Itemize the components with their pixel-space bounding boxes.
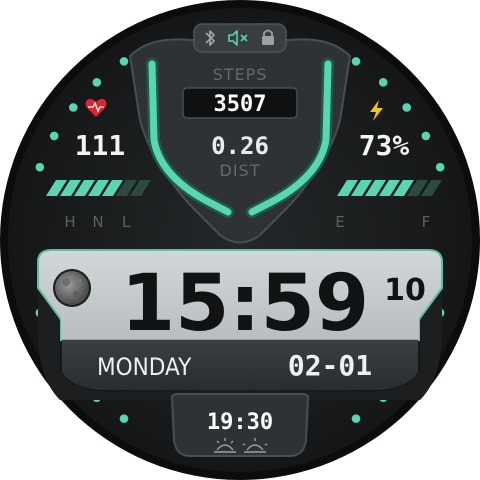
distance-label: DIST bbox=[220, 161, 261, 180]
battery-scale-label-full: F bbox=[422, 213, 431, 231]
heart-rate-bar bbox=[46, 180, 151, 196]
steps-label: STEPS bbox=[213, 65, 268, 84]
time-seconds: 10 bbox=[384, 273, 426, 308]
accent-dot bbox=[421, 131, 431, 141]
date-weekday: MONDAY bbox=[97, 354, 191, 381]
battery-value: 73% bbox=[359, 129, 410, 162]
steps-value: 3507 bbox=[214, 92, 267, 117]
hr-scale-label-normal: N bbox=[92, 213, 103, 231]
accent-dot bbox=[402, 103, 411, 112]
accent-dot bbox=[378, 78, 388, 87]
time-hours-minutes: 15:59 bbox=[121, 259, 369, 349]
battery-scale-label-empty: E bbox=[335, 213, 344, 231]
accent-dot bbox=[49, 131, 59, 141]
moon-phase-icon bbox=[53, 269, 91, 307]
heart-rate-value: 111 bbox=[75, 129, 126, 162]
bottom-time: 19:30 bbox=[207, 410, 273, 435]
accent-dot bbox=[119, 57, 129, 66]
distance-value: 0.26 bbox=[211, 132, 269, 160]
accent-dot bbox=[92, 78, 102, 87]
battery-bar bbox=[337, 180, 442, 196]
hr-scale-label-high: H bbox=[64, 213, 75, 231]
date-day-month: 02-01 bbox=[288, 349, 372, 382]
accent-dot bbox=[351, 414, 361, 423]
hr-scale-label-low: L bbox=[122, 213, 131, 231]
watch-face: STEPS 3507 0.26 DIST 111 73% H N L E F 1… bbox=[0, 0, 480, 480]
accent-dot bbox=[351, 57, 361, 66]
accent-dot bbox=[35, 162, 45, 172]
accent-dot bbox=[119, 414, 129, 423]
accent-dot bbox=[435, 162, 445, 172]
accent-dot bbox=[69, 103, 78, 112]
